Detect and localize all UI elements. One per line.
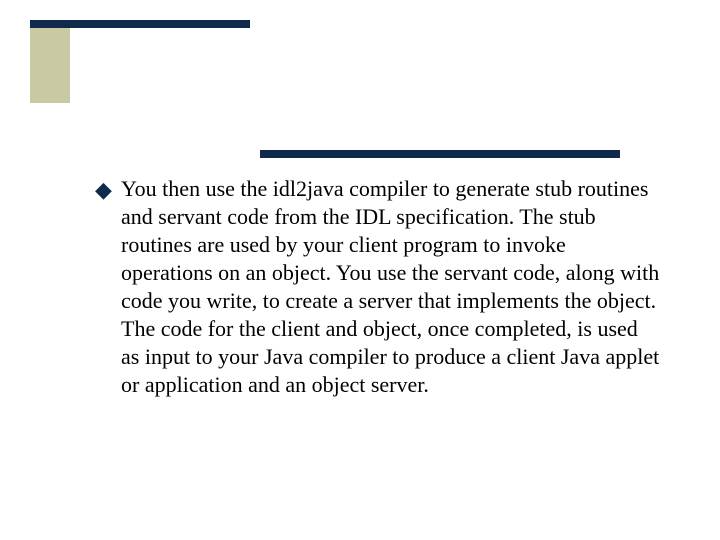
bullet-icon: ◆: [95, 175, 121, 204]
decorative-bar-top: [30, 20, 250, 28]
decorative-bar-mid: [260, 150, 620, 158]
decorative-block: [30, 28, 70, 103]
slide: ◆ You then use the idl2java compiler to …: [0, 0, 720, 540]
bullet-text: You then use the idl2java compiler to ge…: [121, 175, 660, 399]
content-area: ◆ You then use the idl2java compiler to …: [95, 175, 660, 409]
list-item: ◆ You then use the idl2java compiler to …: [95, 175, 660, 399]
